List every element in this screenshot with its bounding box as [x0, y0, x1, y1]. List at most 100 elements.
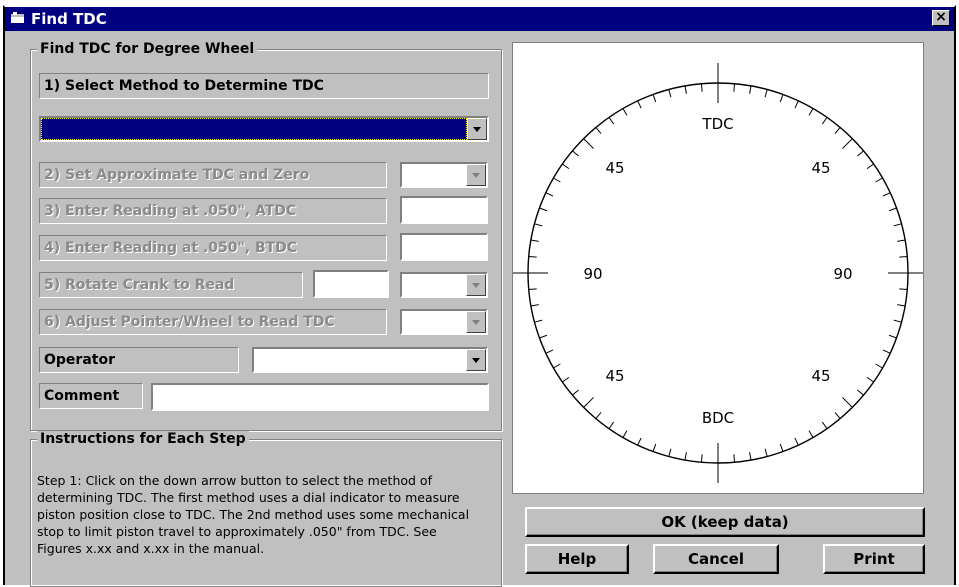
- wheel-label-45-lower-right: 45: [811, 367, 830, 385]
- wheel-tick: [530, 239, 539, 242]
- method-select-value: [41, 118, 467, 140]
- comment-label: Comment: [39, 383, 143, 409]
- wheel-tick: [595, 412, 602, 419]
- ok-keep-data-button[interactable]: OK (keep data): [525, 507, 925, 537]
- wheel-tick: [572, 150, 579, 157]
- atdc-reading-input[interactable]: [400, 196, 488, 224]
- step2-label: 2) Set Approximate TDC and Zero: [39, 162, 387, 188]
- rotate-crank-input[interactable]: [313, 270, 389, 298]
- wheel-label-45-lower-left: 45: [605, 367, 624, 385]
- wheel-tick: [888, 207, 897, 212]
- wheel-tick: [562, 163, 570, 170]
- wheel-tick: [700, 83, 703, 92]
- wheel-tick: [668, 89, 672, 98]
- wheel-tick: [857, 389, 864, 396]
- print-button[interactable]: Print: [823, 544, 925, 574]
- close-icon: ×: [935, 9, 947, 25]
- wheel-tick: [545, 192, 554, 197]
- wheel-tick: [866, 376, 874, 383]
- find-tdc-dialog: Find TDC × Find TDC for Degree Wheel 1) …: [3, 5, 956, 587]
- wheel-label-tdc: TDC: [701, 115, 733, 133]
- wheel-tick: [749, 452, 752, 461]
- chevron-down-icon: [473, 127, 481, 132]
- wheel-tick: [583, 397, 594, 408]
- wheel-tick: [637, 437, 642, 446]
- wheel-tick: [764, 89, 768, 98]
- wheel-tick: [857, 150, 864, 157]
- wheel-tick: [808, 430, 814, 438]
- wheel-tick: [622, 108, 628, 116]
- instructions-text: Step 1: Click on the down arrow button t…: [37, 473, 470, 556]
- step6-dropdown-button[interactable]: [466, 311, 486, 333]
- wheel-label-bdc: BDC: [702, 409, 734, 427]
- wheel-tick: [794, 437, 799, 446]
- wheel-tick: [893, 319, 902, 323]
- wheel-tick: [779, 94, 784, 103]
- wheel-tick: [821, 421, 828, 429]
- find-tdc-group: Find TDC for Degree Wheel 1) Select Meth…: [30, 41, 502, 431]
- degree-wheel: TDC BDC 45 45 90 90 45 45: [508, 63, 928, 483]
- wheel-tick: [539, 207, 548, 212]
- close-button[interactable]: ×: [932, 10, 950, 26]
- step5-select[interactable]: [400, 272, 488, 298]
- step5-dropdown-button[interactable]: [466, 274, 486, 296]
- wheel-tick: [794, 100, 799, 109]
- step6-select[interactable]: [400, 309, 488, 335]
- wheel-tick: [637, 100, 642, 109]
- help-button[interactable]: Help: [525, 544, 629, 574]
- method-select[interactable]: [39, 116, 489, 142]
- step1-label: 1) Select Method to Determine TDC: [39, 73, 489, 99]
- chevron-down-icon: [472, 283, 480, 288]
- wheel-tick: [893, 223, 902, 227]
- step6-label: 6) Adjust Pointer/Wheel to Read TDC: [39, 309, 387, 335]
- wheel-tick: [652, 94, 657, 103]
- degree-wheel-panel: TDC BDC 45 45 90 90 45 45: [508, 42, 928, 494]
- wheel-tick: [733, 454, 736, 463]
- wheel-tick: [834, 127, 841, 134]
- wheel-tick: [875, 177, 883, 183]
- cancel-button[interactable]: Cancel: [653, 544, 779, 574]
- step5-label: 5) Rotate Crank to Read: [39, 272, 303, 298]
- wheel-label-90-right: 90: [833, 265, 852, 283]
- instructions-legend: Instructions for Each Step: [37, 431, 249, 447]
- wheel-tick: [622, 430, 628, 438]
- wheel-tick: [684, 85, 687, 94]
- step2-select[interactable]: [400, 162, 488, 188]
- comment-input[interactable]: [151, 383, 489, 411]
- wheel-label-90-left: 90: [583, 265, 602, 283]
- wheel-tick: [842, 138, 853, 149]
- wheel-tick: [608, 421, 615, 429]
- wheel-tick: [899, 255, 908, 258]
- wheel-tick: [534, 319, 543, 323]
- wheel-tick: [528, 288, 537, 291]
- wheel-label-45-upper-left: 45: [605, 159, 624, 177]
- wheel-tick: [808, 108, 814, 116]
- method-dropdown-button[interactable]: [467, 118, 487, 140]
- wheel-tick: [539, 334, 548, 339]
- wheel-tick: [875, 363, 883, 369]
- wheel-tick: [779, 443, 784, 452]
- wheel-tick: [595, 127, 602, 134]
- wheel-tick: [749, 85, 752, 94]
- step3-label: 3) Enter Reading at .050", ATDC: [39, 198, 387, 224]
- operator-dropdown-button[interactable]: [466, 349, 486, 371]
- chevron-down-icon: [472, 358, 480, 363]
- step2-dropdown-button[interactable]: [466, 164, 486, 186]
- wheel-tick: [897, 239, 906, 242]
- wheel-tick: [608, 117, 615, 125]
- window-title: Find TDC: [31, 10, 107, 28]
- wheel-tick: [684, 452, 687, 461]
- operator-select[interactable]: [252, 347, 488, 373]
- wheel-tick: [882, 349, 891, 354]
- wheel-tick: [764, 448, 768, 457]
- instructions-group: Instructions for Each Step Step 1: Click…: [30, 431, 502, 587]
- wheel-tick: [842, 397, 853, 408]
- title-bar: Find TDC ×: [5, 7, 954, 31]
- wheel-tick: [821, 117, 828, 125]
- operator-label: Operator: [39, 347, 239, 373]
- chevron-down-icon: [472, 173, 480, 178]
- wheel-tick: [733, 83, 736, 92]
- wheel-label-45-upper-right: 45: [811, 159, 830, 177]
- window-icon: [11, 12, 24, 23]
- btdc-reading-input[interactable]: [400, 233, 488, 261]
